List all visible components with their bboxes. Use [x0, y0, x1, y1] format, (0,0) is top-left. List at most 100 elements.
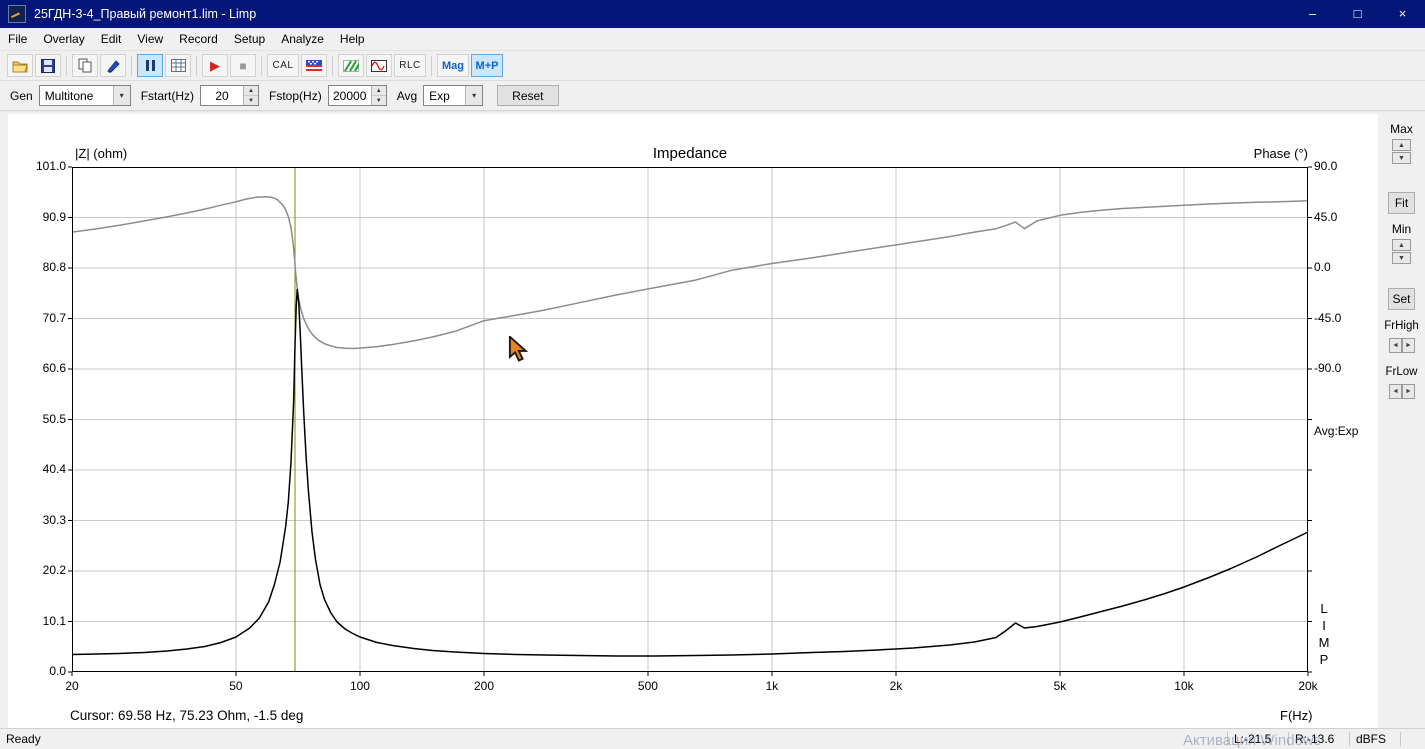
pen-icon — [107, 59, 120, 73]
generator-value: Multitone — [44, 88, 94, 103]
y-right-axis-title: Phase (°) — [1253, 146, 1308, 161]
menu-view[interactable]: View — [129, 28, 171, 50]
frlow-right-button[interactable]: ► — [1402, 384, 1415, 399]
set-button[interactable]: Set — [1388, 288, 1415, 310]
generator-select[interactable]: Multitone ▾ — [38, 85, 131, 106]
mag-label: Mag — [442, 59, 464, 72]
max-down-button[interactable]: ▼ — [1392, 152, 1411, 164]
right-level-indicator: R:-13.6 — [1295, 732, 1335, 746]
x-axis-title: F(Hz) — [1280, 708, 1313, 723]
menu-help[interactable]: Help — [332, 28, 373, 50]
menu-file[interactable]: File — [0, 28, 35, 50]
fstop-label: Fstop(Hz) — [269, 88, 322, 103]
fstop-down-button[interactable]: ▼ — [371, 96, 386, 105]
mag-view-button[interactable]: Mag — [437, 54, 469, 77]
axis-tick-label: 0.0 — [49, 664, 66, 678]
minimize-button[interactable]: – — [1290, 0, 1335, 28]
maximize-button[interactable]: □ — [1335, 0, 1380, 28]
fstop-spinbox[interactable]: 20000 ▲ ▼ — [327, 85, 387, 106]
calibrate-label: CAL — [272, 60, 294, 71]
fstart-up-button[interactable]: ▲ — [244, 86, 259, 96]
save-icon — [41, 58, 55, 73]
min-up-button[interactable]: ▲ — [1392, 239, 1411, 251]
limp-vertical-text: L I M P — [1317, 600, 1331, 668]
limp-letter: P — [1319, 652, 1329, 667]
axis-tick-label: 1k — [765, 679, 779, 693]
flag-icon — [306, 60, 322, 71]
chevron-down-icon: ▾ — [112, 86, 130, 105]
oscilloscope-icon — [371, 59, 387, 72]
pause-button[interactable] — [137, 54, 163, 77]
frhigh-label: FrHigh — [1384, 320, 1419, 332]
limp-letter: M — [1318, 635, 1330, 650]
toolbar-separator — [332, 55, 333, 76]
open-folder-icon — [12, 61, 28, 72]
axis-tick-label: 80.8 — [42, 260, 66, 274]
mag-phase-view-button[interactable]: M+P — [471, 54, 503, 77]
chart-area[interactable]: |Z| (ohm) Impedance Phase (°) Avg:Exp L … — [8, 114, 1378, 731]
axis-tick-label: 20k — [1298, 679, 1318, 693]
scale-panel: Max ▲ ▼ Fit Min ▲ ▼ Set FrHigh ◄ ► FrLow… — [1378, 112, 1425, 733]
table-icon — [170, 59, 186, 72]
max-label: Max — [1390, 122, 1413, 136]
menu-setup[interactable]: Setup — [226, 28, 273, 50]
fstart-spinbox[interactable]: 20 ▲ ▼ — [200, 85, 260, 106]
frhigh-right-button[interactable]: ► — [1402, 338, 1415, 353]
fstop-value: 20000 — [333, 88, 367, 103]
toolbar-separator — [196, 55, 197, 76]
min-label: Min — [1391, 222, 1412, 236]
axis-tick-label: 101.0 — [35, 159, 66, 173]
axis-tick-label: 30.3 — [42, 512, 66, 527]
max-up-button[interactable]: ▲ — [1392, 139, 1411, 151]
fstop-up-button[interactable]: ▲ — [371, 86, 386, 96]
axis-tick-label: 500 — [637, 679, 658, 693]
min-down-button[interactable]: ▼ — [1392, 252, 1411, 264]
frlow-left-button[interactable]: ◄ — [1389, 384, 1402, 399]
toolbar: ▶ ■ CAL RLC Mag M+P — [0, 51, 1425, 81]
rlc-label: RLC — [399, 60, 421, 71]
pen-button[interactable] — [100, 54, 126, 77]
mp-label: M+P — [475, 59, 499, 72]
menu-analyze[interactable]: Analyze — [273, 28, 332, 50]
fit-button[interactable]: Fit — [1388, 192, 1415, 214]
resize-grip — [1401, 729, 1425, 749]
copy-button[interactable] — [72, 54, 98, 77]
open-file-button[interactable] — [7, 54, 33, 77]
reset-button[interactable]: Reset — [497, 85, 559, 106]
toolbar-separator — [261, 55, 262, 76]
workspace: |Z| (ohm) Impedance Phase (°) Avg:Exp L … — [0, 111, 1425, 733]
oscilloscope-button[interactable] — [366, 54, 392, 77]
menu-overlay[interactable]: Overlay — [35, 28, 92, 50]
fstart-label: Fstart(Hz) — [140, 88, 195, 103]
axis-tick-label: 60.6 — [42, 361, 66, 375]
fstart-down-button[interactable]: ▼ — [244, 96, 259, 105]
phase-curve — [71, 195, 1309, 350]
show-table-button[interactable] — [165, 54, 191, 77]
stop-icon: ■ — [239, 58, 247, 73]
impedance-plot[interactable] — [68, 166, 1312, 676]
menubar: File Overlay Edit View Record Setup Anal… — [0, 28, 1425, 51]
axis-tick-label: -45.0 — [1314, 310, 1342, 325]
menu-edit[interactable]: Edit — [93, 28, 130, 50]
menu-record[interactable]: Record — [171, 28, 226, 50]
avg-value: Exp — [429, 88, 450, 103]
rlc-button[interactable]: RLC — [394, 54, 426, 77]
save-button[interactable] — [35, 54, 61, 77]
axis-tick-label: 2k — [889, 679, 903, 693]
calibrate-button[interactable]: CAL — [267, 54, 299, 77]
close-button[interactable]: × — [1380, 0, 1425, 28]
axis-tick-label: 5k — [1053, 679, 1067, 693]
stop-button[interactable]: ■ — [230, 54, 256, 77]
axis-tick-label: 70.7 — [42, 310, 66, 325]
status-text: Ready — [6, 732, 41, 746]
cursor-readout: Cursor: 69.58 Hz, 75.23 Ohm, -1.5 deg — [70, 708, 304, 723]
frhigh-left-button[interactable]: ◄ — [1389, 338, 1402, 353]
avg-select[interactable]: Exp ▾ — [423, 85, 484, 106]
chart-title: Impedance — [652, 145, 728, 162]
flag-button[interactable] — [301, 54, 327, 77]
titlebar[interactable]: 25ГДН-3-4_Правый ремонт1.lim - Limp – □ … — [0, 0, 1425, 28]
spectrum-button[interactable] — [338, 54, 364, 77]
record-button[interactable]: ▶ — [202, 54, 228, 77]
avg-mode-text: Avg:Exp — [1314, 424, 1359, 438]
axis-tick-label: 50.5 — [42, 411, 66, 426]
